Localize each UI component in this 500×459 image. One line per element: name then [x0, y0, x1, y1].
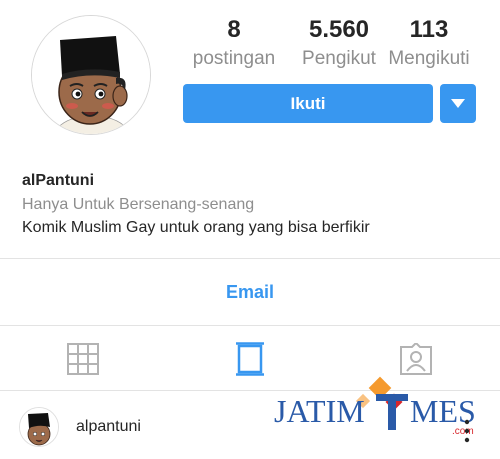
email-contact-button[interactable]: Email [0, 259, 500, 325]
posts-stat[interactable]: 8 postingan [187, 14, 281, 72]
chevron-down-icon [451, 99, 465, 108]
jatimtimes-watermark-logo: JATIM MES .com [274, 376, 476, 437]
posts-count: 8 [227, 16, 241, 43]
profile-bio: alPantuni Hanya Untuk Bersenang-senang K… [22, 170, 482, 239]
feed-icon [236, 341, 264, 376]
profile-stats: 8 postingan 5.560 Pengikut 113 Mengikuti [183, 14, 483, 84]
svg-text:JATIM: JATIM [274, 393, 365, 429]
profile-avatar[interactable] [31, 15, 151, 135]
follow-button[interactable]: Ikuti [183, 84, 433, 123]
profile-description: Komik Muslim Gay untuk orang yang bisa b… [22, 219, 370, 236]
posts-label: postingan [192, 48, 276, 69]
suggestions-dropdown-button[interactable] [440, 84, 476, 123]
post-author-avatar[interactable] [19, 407, 59, 447]
following-count: 113 [409, 16, 449, 43]
profile-username: alPantuni [22, 172, 95, 189]
tab-grid-view[interactable] [0, 327, 166, 390]
followers-label: Pengikut [302, 48, 376, 69]
post-author-username[interactable]: alpantuni [76, 418, 141, 436]
grid-icon [67, 342, 99, 375]
following-stat[interactable]: 113 Mengikuti [384, 14, 474, 72]
cartoon-avatar-illustration [32, 16, 150, 134]
divider [0, 325, 500, 326]
profile-tagline: Hanya Untuk Bersenang-senang [22, 196, 255, 213]
more-options-icon[interactable] [460, 418, 474, 448]
cartoon-avatar-illustration [20, 408, 58, 446]
following-label: Mengikuti [388, 48, 470, 69]
followers-count: 5.560 [308, 16, 370, 43]
followers-stat[interactable]: 5.560 Pengikut [290, 14, 388, 72]
